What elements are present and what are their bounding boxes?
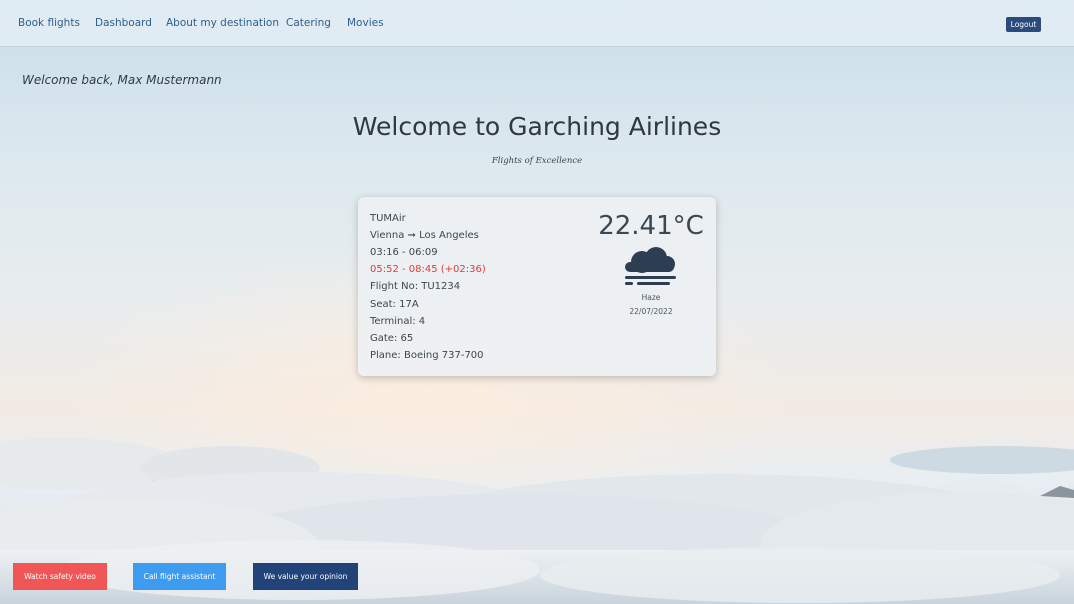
temperature: 22.41°C: [598, 211, 704, 241]
flight-info-card: TUMAir Vienna ➞ Los Angeles 03:16 - 06:0…: [358, 197, 716, 376]
top-navbar: Book flights Dashboard About my destinat…: [0, 0, 1074, 47]
origin-city: Vienna: [370, 230, 405, 241]
actual-time-delayed: 05:52 - 08:45 (+02:36): [370, 264, 486, 275]
nav-catering[interactable]: Catering: [286, 17, 331, 29]
logout-button[interactable]: Logout: [1006, 17, 1041, 32]
nav-dashboard[interactable]: Dashboard: [95, 17, 152, 29]
weather-condition: Haze: [641, 293, 661, 302]
route: Vienna ➞ Los Angeles: [370, 230, 479, 241]
nav-about-destination[interactable]: About my destination: [166, 17, 279, 29]
welcome-back-text: Welcome back, Max Mustermann: [22, 73, 222, 87]
arrow-right-icon: ➞: [407, 230, 416, 241]
scheduled-time: 03:16 - 06:09: [370, 247, 438, 258]
page-subtitle: Flights of Excellence: [491, 156, 583, 166]
call-flight-assistant-button[interactable]: Call flight assistant: [133, 563, 226, 590]
terminal: Terminal: 4: [370, 316, 426, 327]
destination-city: Los Angeles: [419, 230, 479, 241]
airline-name: TUMAir: [370, 213, 406, 224]
haze-cloud-icon: [625, 247, 676, 285]
nav-movies[interactable]: Movies: [347, 17, 384, 29]
plane-type: Plane: Boeing 737-700: [370, 350, 484, 361]
nav-book-flights[interactable]: Book flights: [18, 17, 80, 29]
watch-safety-video-button[interactable]: Watch safety video: [13, 563, 107, 590]
weather-date: 22/07/2022: [629, 307, 673, 316]
seat-number: Seat: 17A: [370, 299, 419, 310]
gate: Gate: 65: [370, 333, 414, 344]
flight-number: Flight No: TU1234: [370, 281, 461, 292]
page-title: Welcome to Garching Airlines: [352, 112, 722, 141]
feedback-button[interactable]: We value your opinion: [253, 563, 358, 590]
